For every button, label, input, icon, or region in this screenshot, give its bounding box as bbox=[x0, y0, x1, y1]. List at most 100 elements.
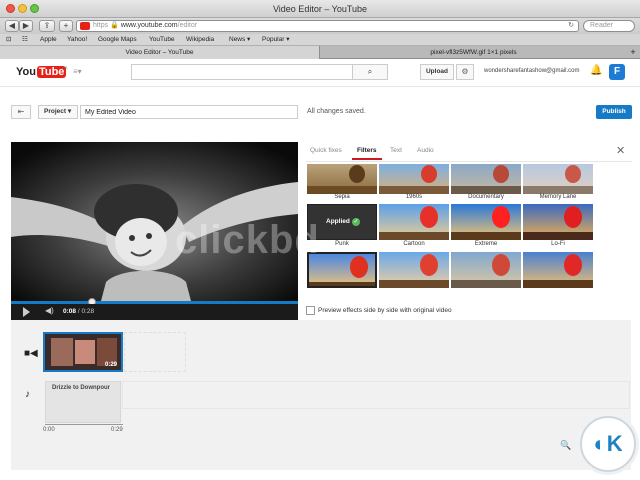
reader-button[interactable]: Reader bbox=[583, 20, 635, 32]
notification-bell-icon[interactable]: 🔔 bbox=[590, 65, 602, 76]
ruler-start: 0:00 bbox=[43, 427, 55, 433]
top-sites-icon[interactable]: ☷ bbox=[22, 35, 28, 45]
watermark: clickbd bbox=[175, 218, 320, 262]
undo-button[interactable]: ⇤ bbox=[11, 105, 31, 119]
filter-lo-fi[interactable] bbox=[523, 204, 593, 240]
reload-icon[interactable]: ↻ bbox=[568, 21, 574, 31]
timeline-ruler bbox=[45, 424, 123, 425]
bookmark-news[interactable]: News ▾ bbox=[229, 35, 250, 45]
url-path: /editor bbox=[177, 22, 198, 29]
close-window-button[interactable] bbox=[6, 4, 15, 13]
divider bbox=[306, 161, 632, 162]
applied-label: Applied bbox=[326, 218, 350, 225]
video-clip[interactable]: 0:29 bbox=[43, 332, 123, 372]
bookmark-wikipedia[interactable]: Wikipedia bbox=[186, 35, 214, 45]
minimize-window-button[interactable] bbox=[18, 4, 27, 13]
lock-icon: 🔒 bbox=[110, 22, 121, 29]
reader-label: Reader bbox=[590, 22, 613, 29]
close-icon[interactable]: ✕ bbox=[616, 144, 625, 157]
bookmark-youtube[interactable]: YouTube bbox=[149, 35, 175, 45]
share-icon[interactable]: ⇪ bbox=[39, 20, 55, 32]
filter-label: Extreme bbox=[474, 241, 498, 247]
tab-audio[interactable]: Audio bbox=[417, 147, 434, 154]
guide-menu-icon[interactable]: ≡▾ bbox=[73, 67, 82, 76]
audio-strip bbox=[122, 381, 630, 409]
new-tab-button[interactable]: + bbox=[626, 46, 640, 59]
check-icon: ✓ bbox=[352, 218, 360, 226]
region-code: HK bbox=[62, 65, 68, 70]
preview-label: Preview effects side by side with origin… bbox=[318, 307, 452, 314]
browser-toolbar: ◀ ▶ ⇪ + https 🔒 www.youtube.com/editor ↻… bbox=[0, 18, 640, 34]
tab-quick-fixes[interactable]: Quick fixes bbox=[310, 147, 342, 154]
url-scheme: https bbox=[93, 22, 109, 29]
ruler-end: 0:29 bbox=[111, 427, 123, 433]
youtube-logo[interactable]: You Tube bbox=[16, 65, 67, 80]
filter-label: 1960s bbox=[405, 194, 423, 200]
preview-checkbox[interactable] bbox=[306, 306, 315, 315]
watermark-logo-icon: ◐K bbox=[580, 416, 636, 472]
duration: / 0:28 bbox=[77, 308, 95, 315]
back-arrow-icon: ⇤ bbox=[17, 107, 25, 116]
back-arrow-button[interactable]: ◀ bbox=[5, 20, 19, 32]
tab-filters[interactable]: Filters bbox=[357, 147, 377, 154]
reading-list-icon[interactable]: ⊡ bbox=[6, 35, 11, 45]
player-controls: ◀) 0:08 / 0:28 bbox=[11, 304, 298, 320]
youtube-favicon-icon bbox=[80, 22, 90, 30]
audio-track-label: Drizzle to Downpour bbox=[52, 385, 110, 391]
save-status: All changes saved. bbox=[307, 108, 366, 115]
search-icon: ⌕ bbox=[367, 67, 373, 76]
bookmark-apple[interactable]: Apple bbox=[40, 35, 57, 45]
filter-cartoon[interactable] bbox=[379, 204, 449, 240]
filter-label: Memory Lane bbox=[539, 194, 577, 200]
active-tab-indicator bbox=[352, 158, 382, 160]
filter-memory-lane[interactable] bbox=[523, 164, 593, 194]
filter-sepia[interactable] bbox=[307, 164, 377, 194]
tab-video-editor[interactable]: Video Editor – YouTube bbox=[0, 46, 320, 59]
bookmarks-bar: ⊡ ☷ Apple Yahoo! Google Maps YouTube Wik… bbox=[0, 34, 640, 46]
filter-extreme[interactable] bbox=[451, 204, 521, 240]
tab-text[interactable]: Text bbox=[390, 147, 402, 154]
account-email: wondersharefantashow@gmail.com bbox=[484, 68, 580, 74]
clip-duration: 0:29 bbox=[104, 362, 117, 368]
publish-button[interactable]: Publish bbox=[596, 105, 632, 119]
tab-pixel-gif[interactable]: pixel-vfl3z5WfW.gif 1×1 pixels bbox=[321, 46, 626, 59]
current-time: 0:08 bbox=[63, 308, 77, 315]
tab-label: pixel-vfl3z5WfW.gif 1×1 pixels bbox=[430, 49, 517, 56]
empty-clip-slot[interactable] bbox=[124, 332, 186, 372]
url-host: www.youtube.com bbox=[120, 22, 178, 29]
forward-arrow-button[interactable]: ▶ bbox=[19, 20, 33, 32]
filter-label: Sepia bbox=[334, 194, 350, 200]
play-icon[interactable] bbox=[23, 307, 30, 317]
avatar[interactable]: F bbox=[609, 64, 625, 80]
tab-label: Video Editor – YouTube bbox=[125, 49, 194, 56]
window-titlebar: Video Editor – YouTube bbox=[0, 0, 640, 18]
zoom-icon[interactable]: 🔍 bbox=[560, 440, 571, 451]
address-bar[interactable]: https 🔒 www.youtube.com/editor ↻ bbox=[76, 20, 579, 32]
filter-thumbnail[interactable] bbox=[379, 252, 449, 288]
logo-you: You bbox=[16, 66, 36, 78]
window-title: Video Editor – YouTube bbox=[272, 4, 368, 14]
project-name-field[interactable] bbox=[80, 105, 298, 119]
upload-button[interactable]: Upload bbox=[420, 64, 454, 80]
add-bookmark-icon[interactable]: + bbox=[59, 20, 73, 32]
filter-documentary[interactable] bbox=[451, 164, 521, 194]
filter-label: Cartoon bbox=[403, 241, 425, 247]
filter-thumbnail[interactable] bbox=[451, 252, 521, 288]
time-display: 0:08 / 0:28 bbox=[63, 308, 94, 315]
bookmark-popular[interactable]: Popular ▾ bbox=[262, 35, 289, 45]
settings-gear-icon[interactable]: ⚙ bbox=[456, 64, 474, 80]
filter-1960s[interactable] bbox=[379, 164, 449, 194]
filter-label: Lo-Fi bbox=[551, 241, 565, 247]
youtube-header: You Tube HK ≡▾ ⌕ Upload ⚙ wondersharefant… bbox=[0, 59, 640, 87]
project-label: Project bbox=[44, 108, 67, 115]
volume-icon[interactable]: ◀) bbox=[45, 306, 54, 315]
search-input[interactable] bbox=[131, 64, 353, 80]
search-button[interactable]: ⌕ bbox=[352, 64, 388, 80]
filter-thumbnail[interactable] bbox=[523, 252, 593, 288]
bookmark-google-maps[interactable]: Google Maps bbox=[98, 35, 137, 45]
filter-label: Documentary bbox=[468, 194, 504, 200]
music-note-icon: ♪ bbox=[25, 389, 30, 400]
project-dropdown[interactable]: Project ▾ bbox=[38, 105, 78, 119]
zoom-window-button[interactable] bbox=[30, 4, 39, 13]
bookmark-yahoo[interactable]: Yahoo! bbox=[67, 35, 87, 45]
